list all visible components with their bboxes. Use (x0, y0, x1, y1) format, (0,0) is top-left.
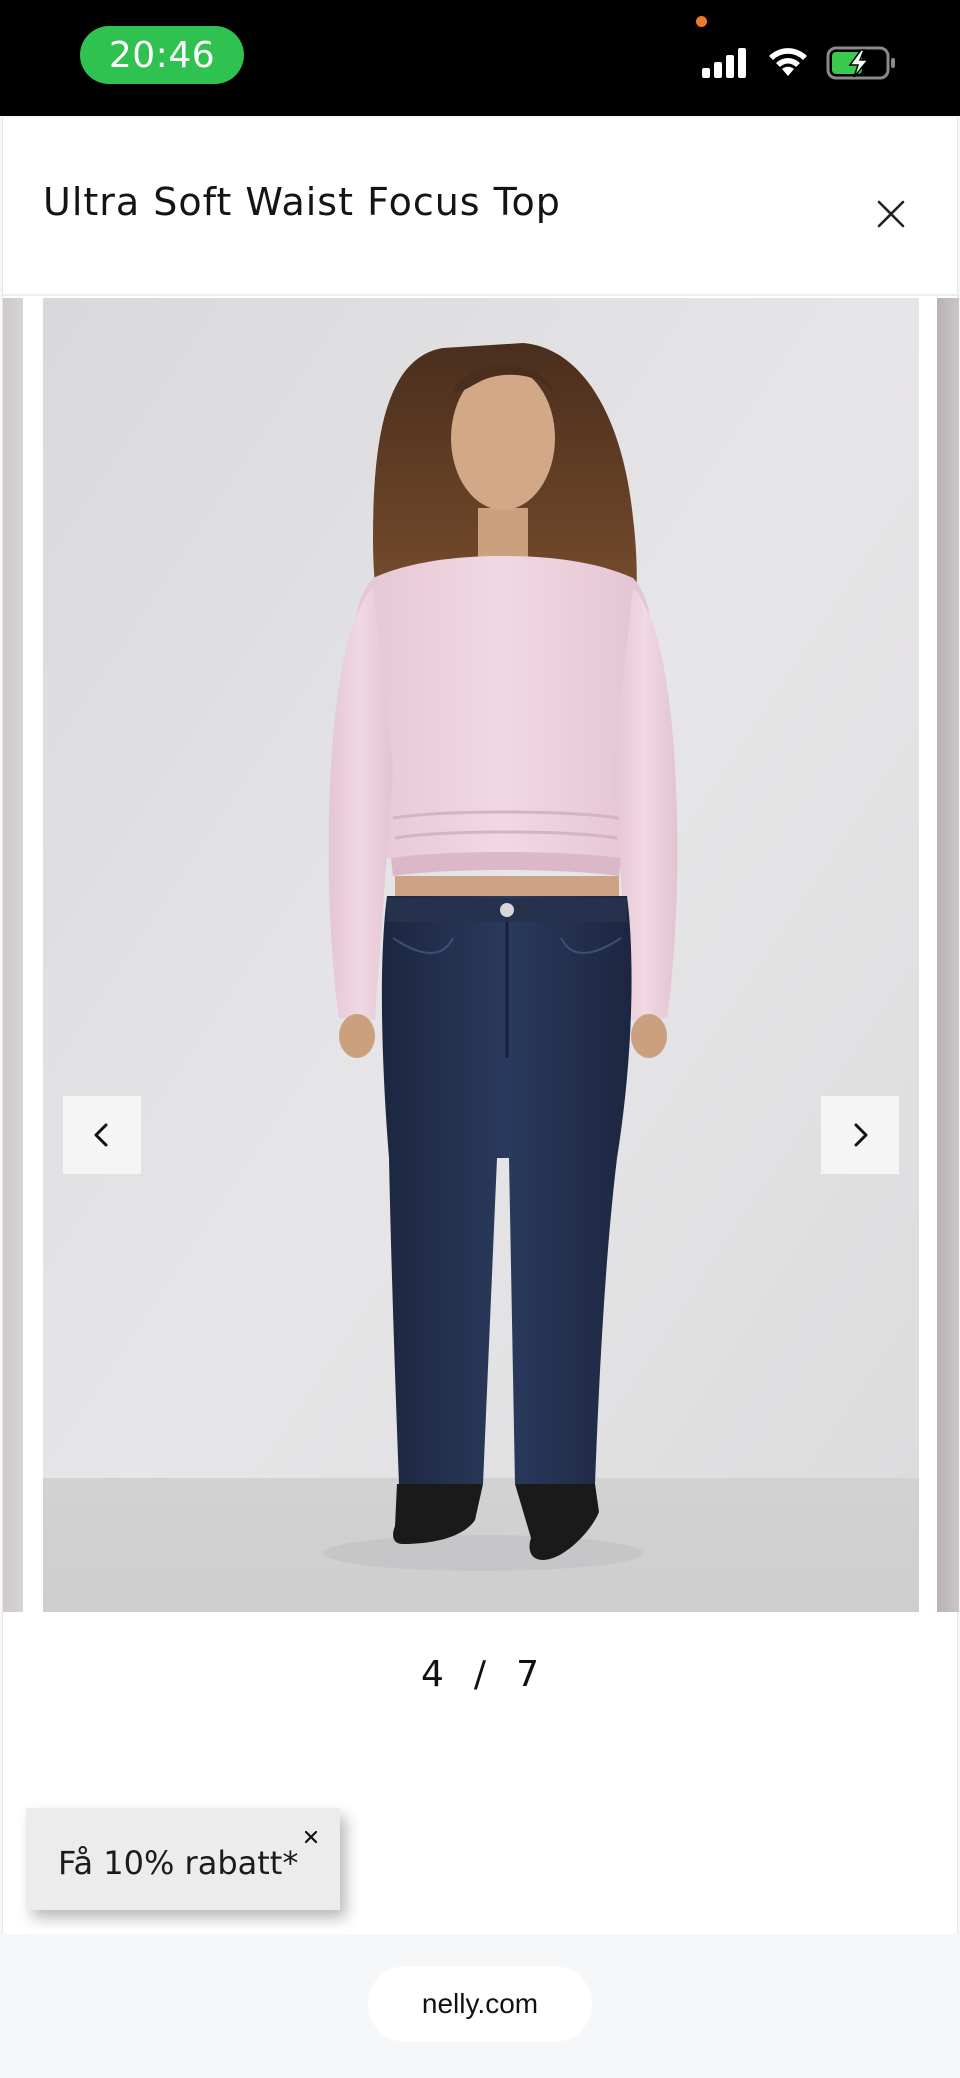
signal-icon (702, 48, 746, 78)
product-photo[interactable] (43, 298, 919, 1612)
previous-image-peek (3, 298, 23, 1612)
clock-time: 20:46 (80, 26, 244, 84)
battery-charging-icon (826, 46, 895, 80)
browser-url-bar[interactable]: nelly.com (368, 1966, 592, 2042)
next-image-button[interactable] (821, 1096, 899, 1174)
previous-image-button[interactable] (63, 1096, 141, 1174)
discount-close-button[interactable] (296, 1822, 326, 1852)
discount-label: Få 10% rabatt* (58, 1844, 299, 1882)
chevron-left-icon (94, 1123, 108, 1147)
privacy-indicator-dot (696, 16, 707, 27)
model-photo-illustration (43, 298, 919, 1612)
product-title: Ultra Soft Waist Focus Top (43, 180, 561, 224)
next-image-peek (937, 298, 959, 1612)
chevron-right-icon (854, 1123, 868, 1147)
wifi-icon (769, 48, 807, 76)
discount-popup[interactable]: Få 10% rabatt* (26, 1808, 340, 1910)
modal-header: Ultra Soft Waist Focus Top (3, 118, 959, 296)
close-icon (877, 200, 905, 228)
status-bar: 20:46 (0, 0, 960, 116)
close-icon (304, 1830, 318, 1844)
current-image-index: 4 (421, 1654, 446, 1695)
image-carousel[interactable] (3, 298, 959, 1612)
image-counter: 4 / 7 (3, 1654, 959, 1695)
image-gallery-modal: Ultra Soft Waist Focus Top 4 / 7 (2, 118, 959, 1934)
counter-separator: / (473, 1654, 489, 1695)
total-image-count: 7 (516, 1654, 541, 1695)
close-button[interactable] (861, 184, 921, 244)
